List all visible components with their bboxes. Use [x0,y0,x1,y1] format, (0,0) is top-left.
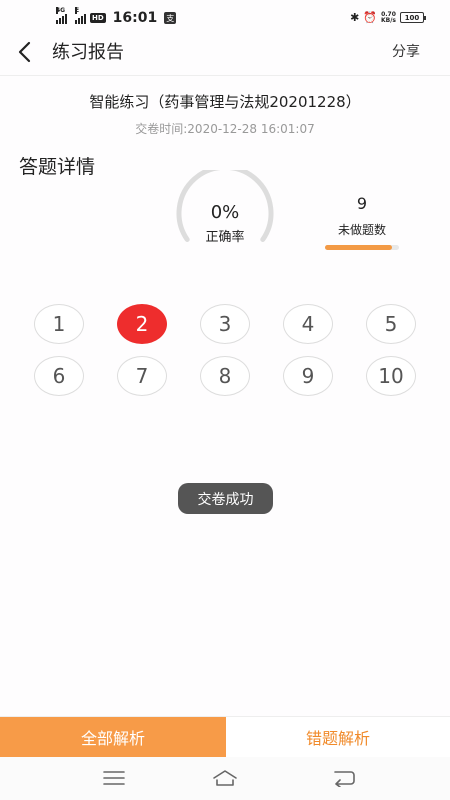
signal-4g-icon: 4G [56,7,67,24]
question-number-button[interactable]: 8 [200,356,250,396]
unanswered-label: 未做题数 [337,223,386,237]
question-grid: 1 2 3 4 5 6 7 8 9 10 [34,304,418,396]
question-number-button[interactable]: 1 [34,304,84,344]
accuracy-gauge: 0% 正确率 [173,170,277,250]
bluetooth-icon: ✱ [350,11,360,24]
signal-e-icon: E [75,7,86,24]
unanswered-count: 9 [356,194,368,213]
toast-message: 交卷成功 [178,483,273,514]
hd-icon: HD [90,13,106,23]
menu-icon[interactable] [101,769,127,787]
accuracy-label: 正确率 [205,230,245,245]
battery-icon: 100 [400,12,426,23]
back-arrow-icon[interactable] [14,40,38,64]
status-bar: 4G E HD 16:01 支 ✱ ⏰ 0.70 KB/s 100 [0,0,450,36]
status-right: ✱ ⏰ 0.70 KB/s 100 [350,11,426,24]
status-left: 4G E HD 16:01 支 [56,7,177,26]
submit-time: 交卷时间:2020-12-28 16:01:07 [135,122,315,136]
wrong-analysis-button[interactable]: 错题解析 [226,717,450,757]
question-number-button[interactable]: 2 [117,304,167,344]
exam-title: 智能练习（药事管理与法规20201228） [89,93,361,111]
alipay-notification-icon: 支 [164,12,177,24]
all-analysis-button[interactable]: 全部解析 [0,717,226,757]
speed-unit: KB/s [381,16,396,24]
battery-level: 100 [404,13,420,22]
question-number-button[interactable]: 9 [283,356,333,396]
question-number-button[interactable]: 6 [34,356,84,396]
system-nav-bar [0,757,450,800]
back-nav-icon[interactable] [331,769,357,787]
question-number-button[interactable]: 10 [366,356,416,396]
title-bar: 练习报告 分享 [0,36,450,76]
bottom-actions: 全部解析 错题解析 [0,716,450,757]
home-icon[interactable] [212,769,238,787]
section-title: 答题详情 [19,156,96,178]
question-number-button[interactable]: 4 [283,304,333,344]
network-type-2-label: E [75,7,80,14]
share-button[interactable]: 分享 [392,41,420,61]
network-speed: 0.70 KB/s [381,11,396,24]
network-type-label: 4G [56,7,66,14]
question-number-button[interactable]: 7 [117,356,167,396]
status-time: 16:01 [112,10,158,26]
unanswered-progress-bar [325,245,399,250]
unanswered-progress-fill [325,245,392,250]
accuracy-percent: 0% [210,202,240,223]
page-title: 练习报告 [52,42,124,63]
unanswered-stat: 9 未做题数 [322,194,402,250]
alarm-icon: ⏰ [363,11,377,24]
question-number-button[interactable]: 5 [366,304,416,344]
question-number-button[interactable]: 3 [200,304,250,344]
